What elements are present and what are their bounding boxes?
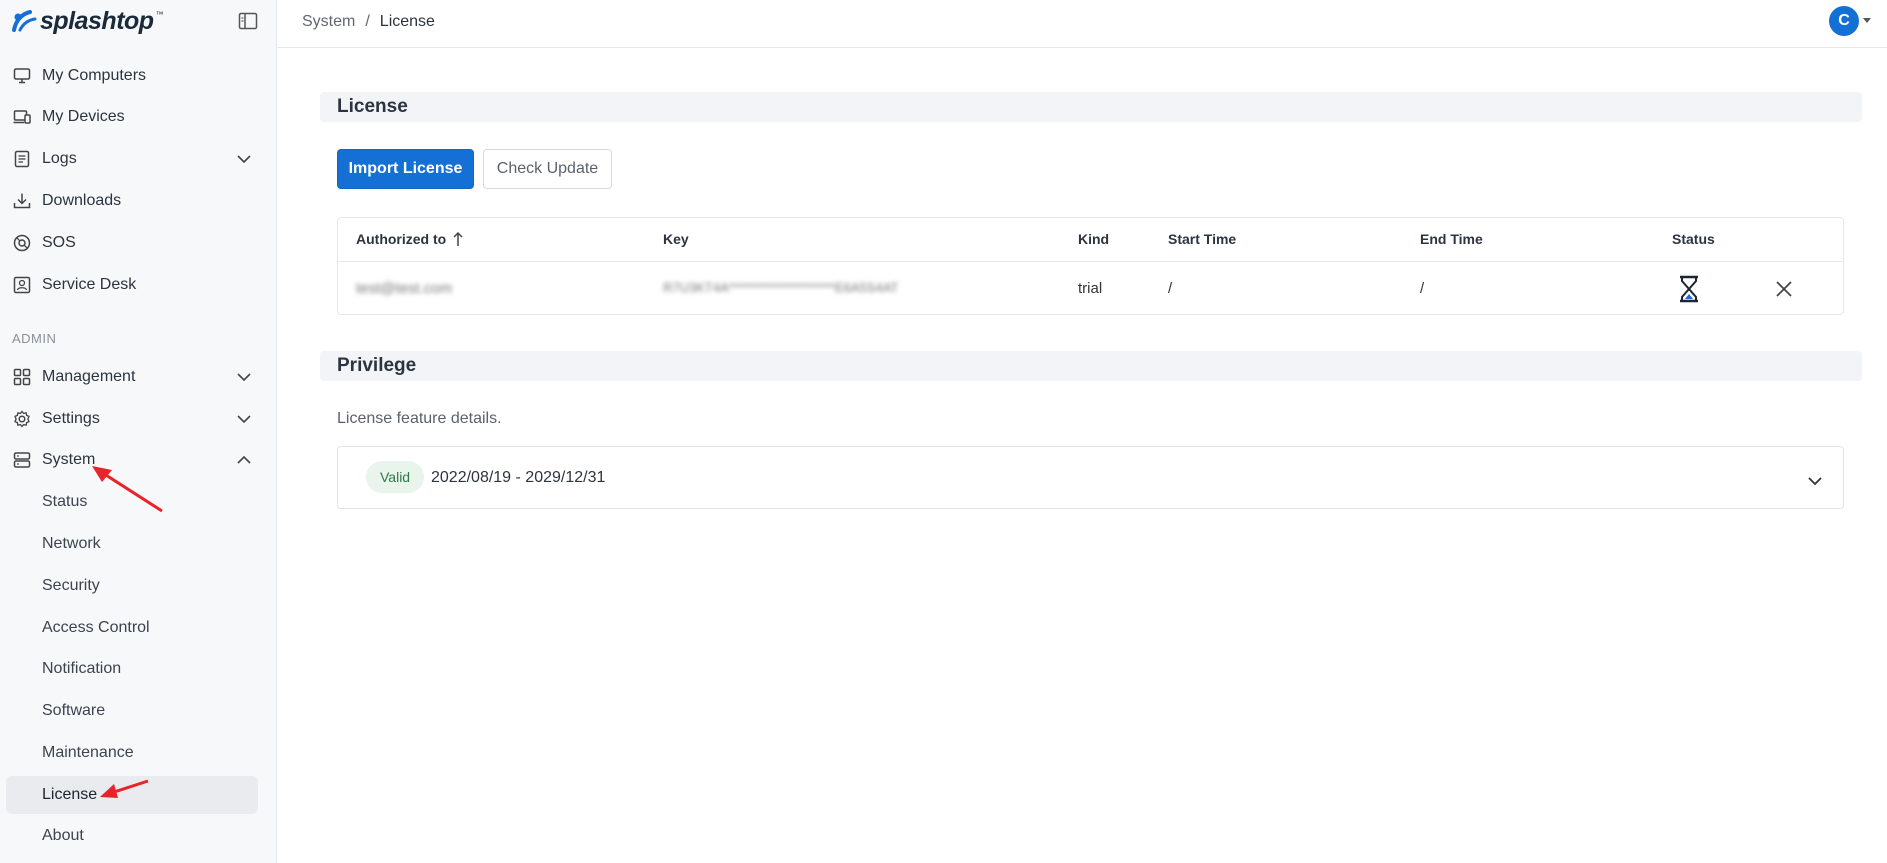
breadcrumb-parent[interactable]: System xyxy=(302,13,355,31)
sidebar-item-logs[interactable]: Logs xyxy=(6,139,258,179)
sidebar-subitem-label: About xyxy=(42,827,84,844)
column-header-start-time: Start Time xyxy=(1168,231,1237,247)
annotation-arrow-license xyxy=(100,779,149,798)
breadcrumb: System / License xyxy=(302,13,435,31)
breadcrumb-separator: / xyxy=(365,13,370,30)
sidebar-subitem-access-control[interactable]: Access Control xyxy=(6,609,258,647)
column-header-end-time: End Time xyxy=(1420,231,1483,247)
sidebar-item-label: My Devices xyxy=(42,108,125,125)
sidebar-item-label: Service Desk xyxy=(42,276,137,293)
service-desk-icon xyxy=(12,275,32,295)
privilege-date-range: 2022/08/19 - 2029/12/31 xyxy=(431,469,606,486)
download-icon xyxy=(12,191,32,211)
server-icon xyxy=(12,450,32,470)
close-icon[interactable] xyxy=(1774,279,1794,299)
sidebar-subitem-label: License xyxy=(42,786,98,803)
sidebar-subitem-label: Network xyxy=(42,535,101,552)
sidebar-subitem-notification[interactable]: Notification xyxy=(6,650,258,688)
brand-name: splashtop xyxy=(40,6,154,35)
column-header-authorized-to[interactable]: Authorized to xyxy=(356,231,464,247)
table-header: Authorized to Key Kind Start Time End Ti… xyxy=(338,218,1843,262)
avatar[interactable]: C xyxy=(1829,6,1859,36)
sidebar-item-downloads[interactable]: Downloads xyxy=(6,181,258,221)
logs-icon xyxy=(12,149,32,169)
license-table: Authorized to Key Kind Start Time End Ti… xyxy=(337,217,1844,315)
chevron-up-icon xyxy=(236,452,252,468)
sidebar-subitem-security[interactable]: Security xyxy=(6,567,258,605)
sidebar-item-my-computers[interactable]: My Computers xyxy=(6,56,258,96)
sidebar-subitem-label: Maintenance xyxy=(42,744,134,761)
license-section-title: License xyxy=(320,92,1862,122)
status-badge: Valid xyxy=(366,461,425,493)
column-header-key: Key xyxy=(663,231,689,247)
cell-start-time: / xyxy=(1168,280,1173,297)
chevron-down-icon[interactable] xyxy=(1807,473,1823,489)
gear-icon xyxy=(12,409,32,429)
cell-authorized-to: test@test.com xyxy=(356,280,453,297)
breadcrumb-current: License xyxy=(379,13,435,30)
sidebar-section-admin: ADMIN xyxy=(12,331,57,346)
sidebar-item-label: Settings xyxy=(42,410,100,427)
splashtop-logo[interactable]: splashtop ™ xyxy=(10,6,164,35)
privilege-collapse-panel[interactable]: Valid 2022/08/19 - 2029/12/31 xyxy=(337,446,1844,509)
sidebar-item-service-desk[interactable]: Service Desk xyxy=(6,265,258,305)
sort-arrow-up-icon[interactable] xyxy=(452,231,464,247)
sidebar-subitem-label: Status xyxy=(42,493,88,510)
sidebar-item-sos[interactable]: SOS xyxy=(6,223,258,263)
table-row: test@test.com R7U3KT4A******************… xyxy=(338,262,1843,315)
privilege-description: License feature details. xyxy=(337,410,502,427)
sidebar-subitem-label: Security xyxy=(42,577,100,594)
annotation-arrow-system xyxy=(92,466,163,513)
sidebar-item-label: SOS xyxy=(42,234,76,251)
cell-end-time: / xyxy=(1420,280,1425,297)
check-update-button[interactable]: Check Update xyxy=(483,149,612,189)
sidebar-subitem-network[interactable]: Network xyxy=(6,525,258,563)
caret-down-icon[interactable] xyxy=(1863,18,1871,23)
splashtop-logo-icon xyxy=(12,10,37,32)
column-header-kind: Kind xyxy=(1078,231,1110,247)
sidebar-subitem-label: Software xyxy=(42,702,106,719)
sidebar-item-management[interactable]: Management xyxy=(6,357,258,397)
chevron-down-icon xyxy=(236,411,252,427)
sidebar-item-settings[interactable]: Settings xyxy=(6,399,258,439)
sidebar-subitem-software[interactable]: Software xyxy=(6,692,258,730)
sidebar: splashtop ™ My Computers My Devices Logs… xyxy=(0,0,277,863)
devices-icon xyxy=(12,107,32,127)
topbar: System / License C xyxy=(277,0,1887,48)
sidebar-subitem-label: Notification xyxy=(42,660,122,677)
import-license-button[interactable]: Import License xyxy=(337,149,474,189)
sidebar-subitem-label: Access Control xyxy=(42,619,150,636)
sidebar-item-label: Logs xyxy=(42,150,77,167)
monitor-icon xyxy=(12,66,32,86)
sos-icon xyxy=(12,233,32,253)
chevron-down-icon xyxy=(236,151,252,167)
sidebar-item-my-devices[interactable]: My Devices xyxy=(6,97,258,137)
column-header-label: Authorized to xyxy=(356,231,447,247)
sidebar-subitem-about[interactable]: About xyxy=(6,817,258,855)
brand-trademark: ™ xyxy=(155,10,164,19)
grid-icon xyxy=(12,367,32,387)
cell-kind: trial xyxy=(1078,280,1103,297)
sidebar-item-label: My Computers xyxy=(42,67,147,84)
column-header-status: Status xyxy=(1672,231,1715,247)
chevron-down-icon xyxy=(236,369,252,385)
sidebar-item-label: Management xyxy=(42,368,136,385)
app-root: splashtop ™ My Computers My Devices Logs… xyxy=(0,0,1887,863)
sidebar-subitem-maintenance[interactable]: Maintenance xyxy=(6,734,258,772)
privilege-section-title: Privilege xyxy=(320,351,1862,381)
hourglass-icon xyxy=(1677,275,1701,303)
sidebar-item-label: Downloads xyxy=(42,192,122,209)
sidebar-collapse-icon[interactable] xyxy=(238,12,258,30)
cell-key: R7U3KT4A*********************E6A5S4AT xyxy=(663,280,899,295)
